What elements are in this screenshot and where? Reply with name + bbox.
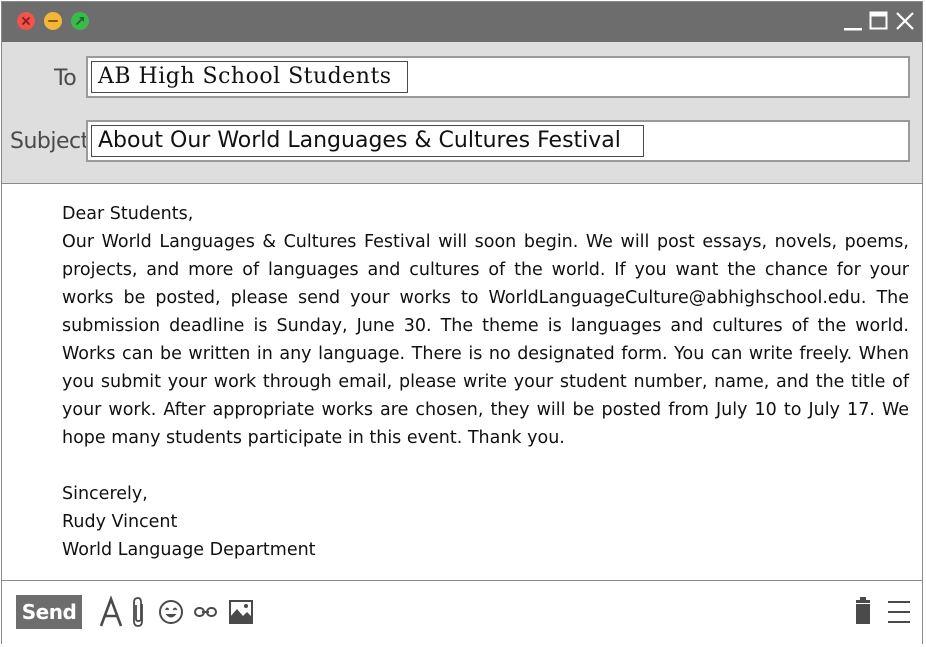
font-icon[interactable]	[98, 595, 124, 629]
message-paragraph: Our World Languages & Cultures Festival …	[62, 232, 909, 448]
email-compose-window: To AB High School Students Subject About…	[1, 1, 923, 646]
attachment-icon[interactable]	[129, 595, 149, 629]
to-recipient-chip[interactable]: AB High School Students	[91, 61, 408, 93]
subject-value[interactable]: About Our World Languages & Cultures Fes…	[91, 125, 644, 157]
close-icon	[22, 17, 30, 25]
send-button[interactable]: Send	[16, 595, 82, 629]
zoom-icon	[76, 17, 84, 25]
minimize-icon[interactable]	[842, 10, 864, 32]
greeting: Dear Students,	[62, 204, 194, 224]
image-icon[interactable]	[227, 595, 255, 629]
minimize-window-button[interactable]	[44, 12, 62, 30]
closing: Sincerely,	[62, 484, 148, 504]
menu-icon[interactable]	[886, 595, 912, 629]
message-body[interactable]: Dear Students, Our World Languages & Cul…	[62, 200, 909, 564]
sender-name: Rudy Vincent	[62, 512, 178, 532]
to-label: To	[54, 66, 77, 91]
sender-department: World Language Department	[62, 540, 316, 560]
maximize-icon[interactable]	[868, 10, 890, 32]
compose-toolbar: Send	[2, 580, 922, 646]
emoji-icon[interactable]	[157, 595, 185, 629]
minimize-icon	[48, 20, 58, 22]
subject-label: Subject	[10, 129, 89, 154]
link-icon[interactable]	[192, 595, 220, 629]
subject-field[interactable]: About Our World Languages & Cultures Fes…	[86, 120, 910, 162]
compose-header: To AB High School Students Subject About…	[2, 42, 922, 184]
close-icon[interactable]	[894, 10, 916, 32]
title-bar	[2, 2, 922, 42]
trash-icon[interactable]	[851, 595, 875, 629]
zoom-window-button[interactable]	[71, 12, 89, 30]
close-window-button[interactable]	[17, 12, 35, 30]
to-field[interactable]: AB High School Students	[86, 56, 910, 98]
